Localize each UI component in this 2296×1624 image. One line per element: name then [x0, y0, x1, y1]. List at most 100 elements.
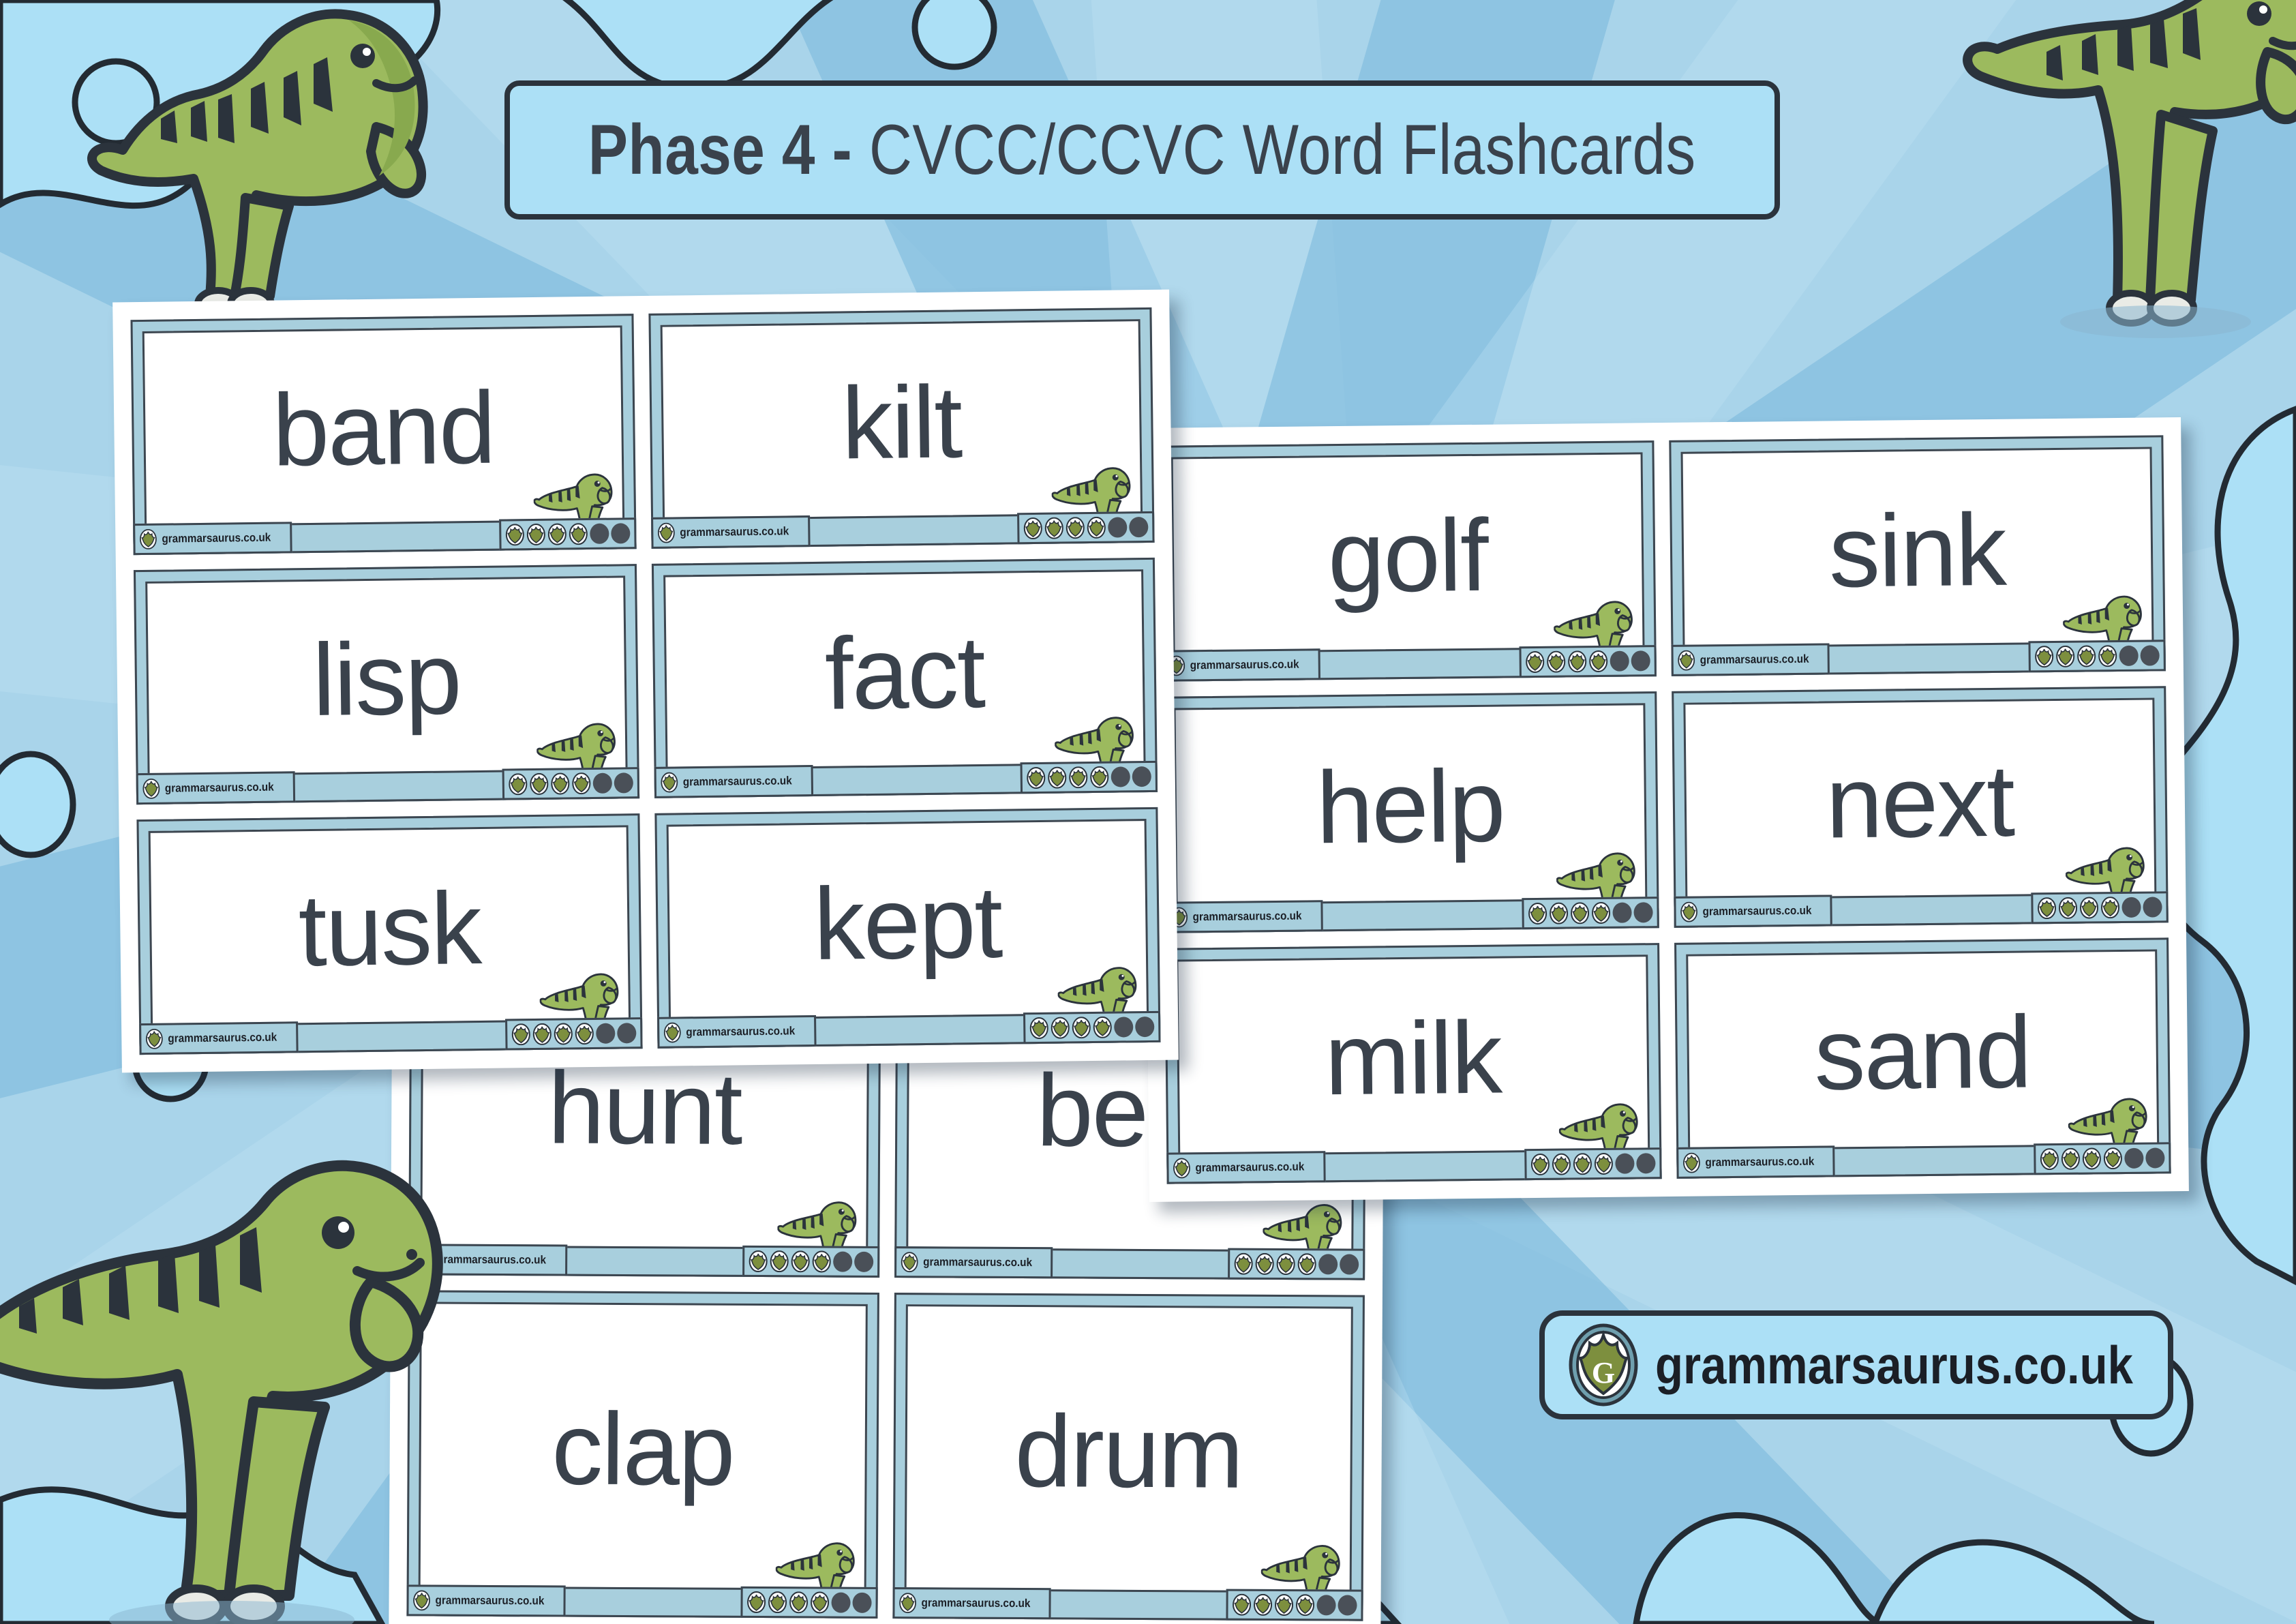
trex-icon [82, 0, 518, 334]
flashcard-brand: grammarsaurus.co.uk [1164, 899, 1323, 933]
dot-badge-icon [2121, 897, 2141, 918]
flashcard-word: sand [1813, 994, 2031, 1111]
trex-icon [1957, 0, 2296, 341]
dino-head-badge-icon [1093, 1016, 1112, 1038]
flashcard-sheet-2[interactable]: golf grammarsaurus.co.uk sink grammarsau… [1141, 417, 2189, 1202]
flashcard-badges [1023, 1010, 1161, 1044]
dino-head-badge-icon [1023, 517, 1042, 539]
flashcard-brand: grammarsaurus.co.uk [894, 1246, 1053, 1279]
flashcard[interactable]: kept grammarsaurus.co.uk [654, 807, 1161, 1049]
flashcard-brand: grammarsaurus.co.uk [1673, 894, 1832, 928]
flashcard-brand-text: grammarsaurus.co.uk [1192, 909, 1302, 923]
dot-badge-icon [1631, 650, 1650, 672]
flashcard[interactable]: fact grammarsaurus.co.uk [651, 557, 1158, 799]
flashcard-face: next [1682, 697, 2157, 916]
flashcard-brand: grammarsaurus.co.uk [1676, 1145, 1835, 1179]
flashcard-face: band [142, 325, 625, 543]
dino-head-badge-icon [2061, 1147, 2080, 1170]
flashcard-badges [2028, 640, 2166, 673]
flashcard-word: kept [813, 864, 1003, 981]
dot-badge-icon [1633, 901, 1653, 923]
dot-badge-icon [2140, 645, 2160, 667]
grammarsaurus-logo-icon [901, 1252, 918, 1273]
flashcard[interactable]: sand grammarsaurus.co.uk [1674, 937, 2171, 1179]
flashcard[interactable]: lisp grammarsaurus.co.uk [133, 563, 640, 805]
dot-badge-icon [1135, 1016, 1155, 1038]
grammarsaurus-logo-icon [1173, 1158, 1190, 1179]
dot-badge-icon [2145, 1147, 2165, 1169]
dot-badge-icon [2143, 897, 2162, 918]
flashcard-brand-text: grammarsaurus.co.uk [680, 524, 789, 539]
flashcard[interactable]: clap grammarsaurus.co.uk [406, 1290, 879, 1619]
dot-badge-icon [1108, 517, 1128, 538]
dino-head-badge-icon [1027, 767, 1046, 790]
flashcard[interactable]: band grammarsaurus.co.uk [130, 314, 637, 555]
dot-badge-icon [1316, 1595, 1336, 1616]
page-title-bold: Phase 4 - [588, 110, 870, 190]
dino-head-badge-icon [1567, 650, 1586, 673]
flashcard[interactable]: help grammarsaurus.co.uk [1162, 691, 1659, 933]
dino-head-badge-icon [1048, 766, 1067, 789]
dino-head-badge-icon [1295, 1594, 1315, 1617]
flashcard[interactable]: next grammarsaurus.co.uk [1671, 686, 2169, 928]
flashcard-word: drum [1014, 1393, 1243, 1509]
dino-head-badge-icon [749, 1250, 768, 1273]
dino-head-badge-icon [551, 772, 570, 795]
flashcard-word: hunt [547, 1050, 742, 1166]
flashcard[interactable]: milk grammarsaurus.co.uk [1164, 942, 1662, 1184]
dot-badge-icon [854, 1251, 873, 1272]
dino-head-badge-icon [791, 1250, 810, 1273]
flashcard[interactable]: kilt grammarsaurus.co.uk [648, 307, 1155, 549]
grammarsaurus-logo-icon [145, 1028, 163, 1049]
flashcard-badges [2031, 890, 2169, 924]
dot-badge-icon [1129, 516, 1149, 537]
dino-head-badge-icon [2100, 896, 2120, 918]
flashcard-face: clap [418, 1302, 868, 1607]
flashcard[interactable]: sink grammarsaurus.co.uk [1668, 435, 2166, 677]
dot-badge-icon [1338, 1595, 1357, 1616]
flashcard-brand-text: grammarsaurus.co.uk [921, 1596, 1030, 1610]
flashcard[interactable]: drum grammarsaurus.co.uk [892, 1293, 1365, 1621]
grammarsaurus-logo-icon [139, 528, 157, 550]
dino-head-badge-icon [1072, 1017, 1091, 1039]
flashcard-word: clap [551, 1391, 735, 1507]
dino-head-badge-icon [1297, 1253, 1316, 1276]
flashcard-badges [502, 767, 640, 800]
flashcard-brand: grammarsaurus.co.uk [1161, 648, 1320, 682]
dino-head-badge-icon [1029, 1017, 1048, 1039]
flashcard-face: tusk [148, 825, 631, 1043]
grammarsaurus-logo-icon [1682, 1152, 1700, 1173]
dino-head-badge-icon [547, 523, 567, 545]
website-badge[interactable]: G grammarsaurus.co.uk [1539, 1310, 2173, 1419]
flashcard-brand: grammarsaurus.co.uk [1166, 1151, 1326, 1184]
dot-badge-icon [590, 523, 609, 544]
dino-head-badge-icon [1234, 1252, 1253, 1275]
dino-head-badge-icon [1588, 650, 1607, 673]
flashcard-brand: grammarsaurus.co.uk [136, 771, 295, 805]
dot-badge-icon [1610, 650, 1629, 672]
dino-head-badge-icon [1573, 1153, 1592, 1175]
dino-head-badge-icon [770, 1250, 789, 1273]
grammarsaurus-logo-icon [1677, 650, 1695, 671]
flashcard-face: drum [904, 1304, 1353, 1610]
flashcard-face: help [1173, 703, 1648, 922]
flashcard-word: kilt [841, 364, 963, 481]
flashcard-badges [499, 517, 637, 551]
flashcard[interactable]: golf grammarsaurus.co.uk [1159, 440, 1657, 682]
dino-head-badge-icon [2056, 646, 2075, 668]
flashcard-badges [1020, 761, 1158, 794]
dino-head-badge-icon [1090, 766, 1109, 789]
flashcard-brand: grammarsaurus.co.uk [139, 1021, 299, 1055]
flashcard-brand: grammarsaurus.co.uk [133, 521, 292, 555]
flashcard[interactable]: tusk grammarsaurus.co.uk [136, 813, 643, 1055]
dot-badge-icon [832, 1251, 852, 1272]
dot-badge-icon [851, 1592, 872, 1613]
flashcard-sheet-1[interactable]: band grammarsaurus.co.uk kilt grammarsau… [112, 289, 1179, 1073]
grammarsaurus-logo-icon [663, 1022, 681, 1043]
dot-badge-icon [596, 1023, 616, 1044]
dino-head-badge-icon [509, 773, 528, 796]
flashcard-face: golf [1170, 452, 1645, 670]
flashcard-brand: grammarsaurus.co.uk [657, 1014, 817, 1049]
dot-badge-icon [592, 772, 613, 794]
dino-head-badge-icon [1253, 1593, 1273, 1616]
